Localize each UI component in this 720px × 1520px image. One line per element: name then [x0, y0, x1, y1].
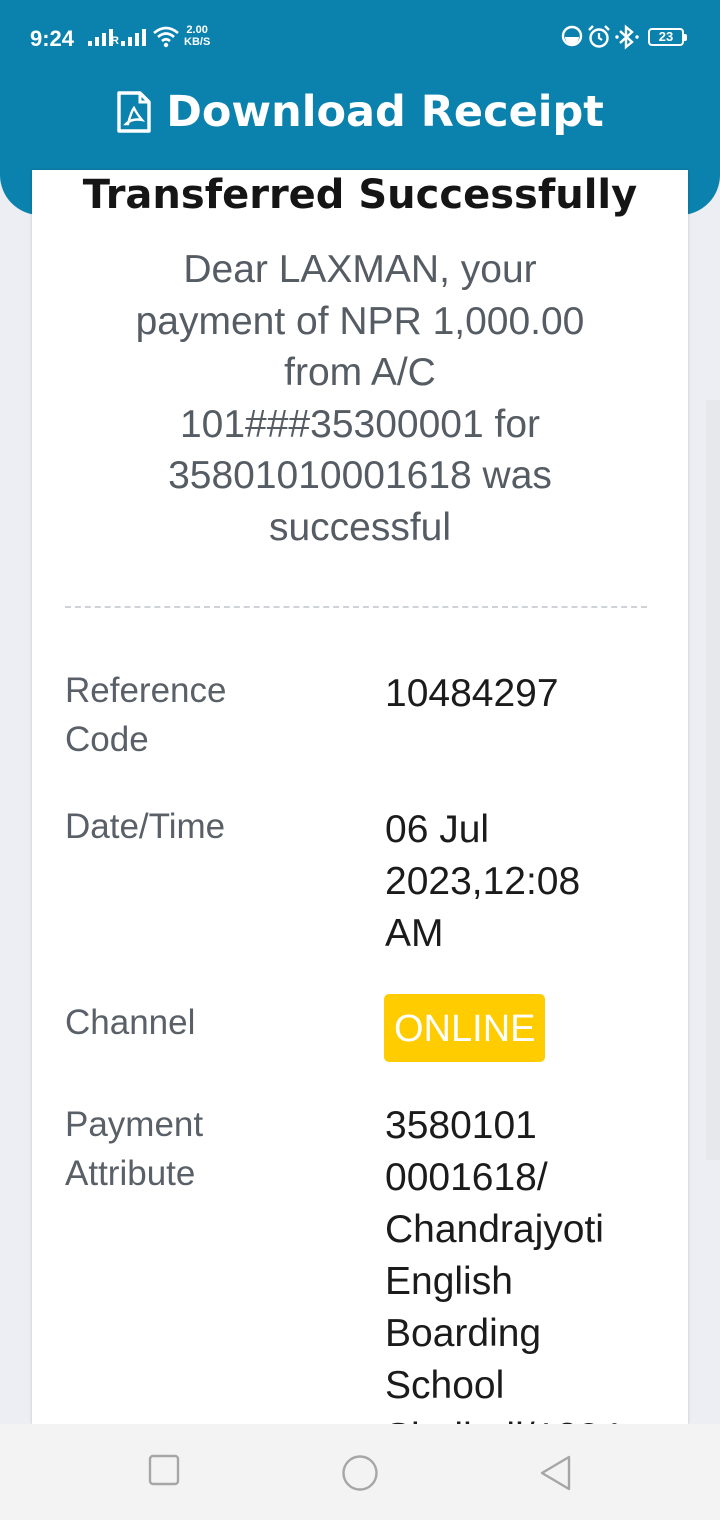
alarm-icon: [588, 25, 610, 48]
signal-icon-2: [121, 28, 146, 46]
receipt-card: Transferred Successfully Dear LAXMAN, yo…: [32, 170, 688, 1442]
payment-attribute-label: Payment Attribute: [65, 1105, 204, 1193]
signal-icon: [88, 28, 113, 46]
bluetooth-icon: [615, 24, 639, 50]
receipt-message: Dear LAXMAN, your payment of NPR 1,000.0…: [135, 248, 585, 549]
system-nav-bar: [0, 1424, 720, 1520]
roaming-indicator: R: [111, 35, 119, 47]
date-time-value: 06 Jul 2023,12:08 AM: [385, 808, 581, 955]
reference-code-value: 10484297: [385, 672, 559, 715]
receipt-title: Transferred Successfully: [82, 172, 638, 218]
payment-attribute-value: 3580101 0001618/ Chandrajyoti English Bo…: [385, 1104, 621, 1442]
scroll-track: [706, 400, 720, 1160]
triangle-back-icon[interactable]: [538, 1454, 574, 1492]
dashed-divider: [65, 606, 647, 608]
network-speed: 2.00 KB/S: [184, 24, 210, 48]
wifi-icon: [153, 26, 179, 48]
channel-badge: ONLINE: [384, 994, 546, 1062]
page-title: Download Receipt: [166, 87, 604, 137]
network-speed-unit: KB/S: [184, 36, 211, 48]
pdf-file-icon: [117, 91, 151, 133]
reference-code-label: Reference Code: [65, 671, 227, 759]
header-title-row[interactable]: Download Receipt: [0, 82, 720, 142]
circle-icon[interactable]: [341, 1454, 379, 1492]
data-saver-icon: [561, 25, 583, 47]
network-speed-value: 2.00: [186, 24, 208, 36]
status-time: 9:24: [30, 26, 75, 51]
status-bar: 9:24 R 2.00 KB/S 23: [0, 0, 720, 76]
square-icon[interactable]: [148, 1454, 180, 1486]
channel-label: Channel: [65, 1003, 196, 1042]
battery-icon: 23: [648, 28, 687, 46]
date-time-label: Date/Time: [65, 807, 226, 846]
